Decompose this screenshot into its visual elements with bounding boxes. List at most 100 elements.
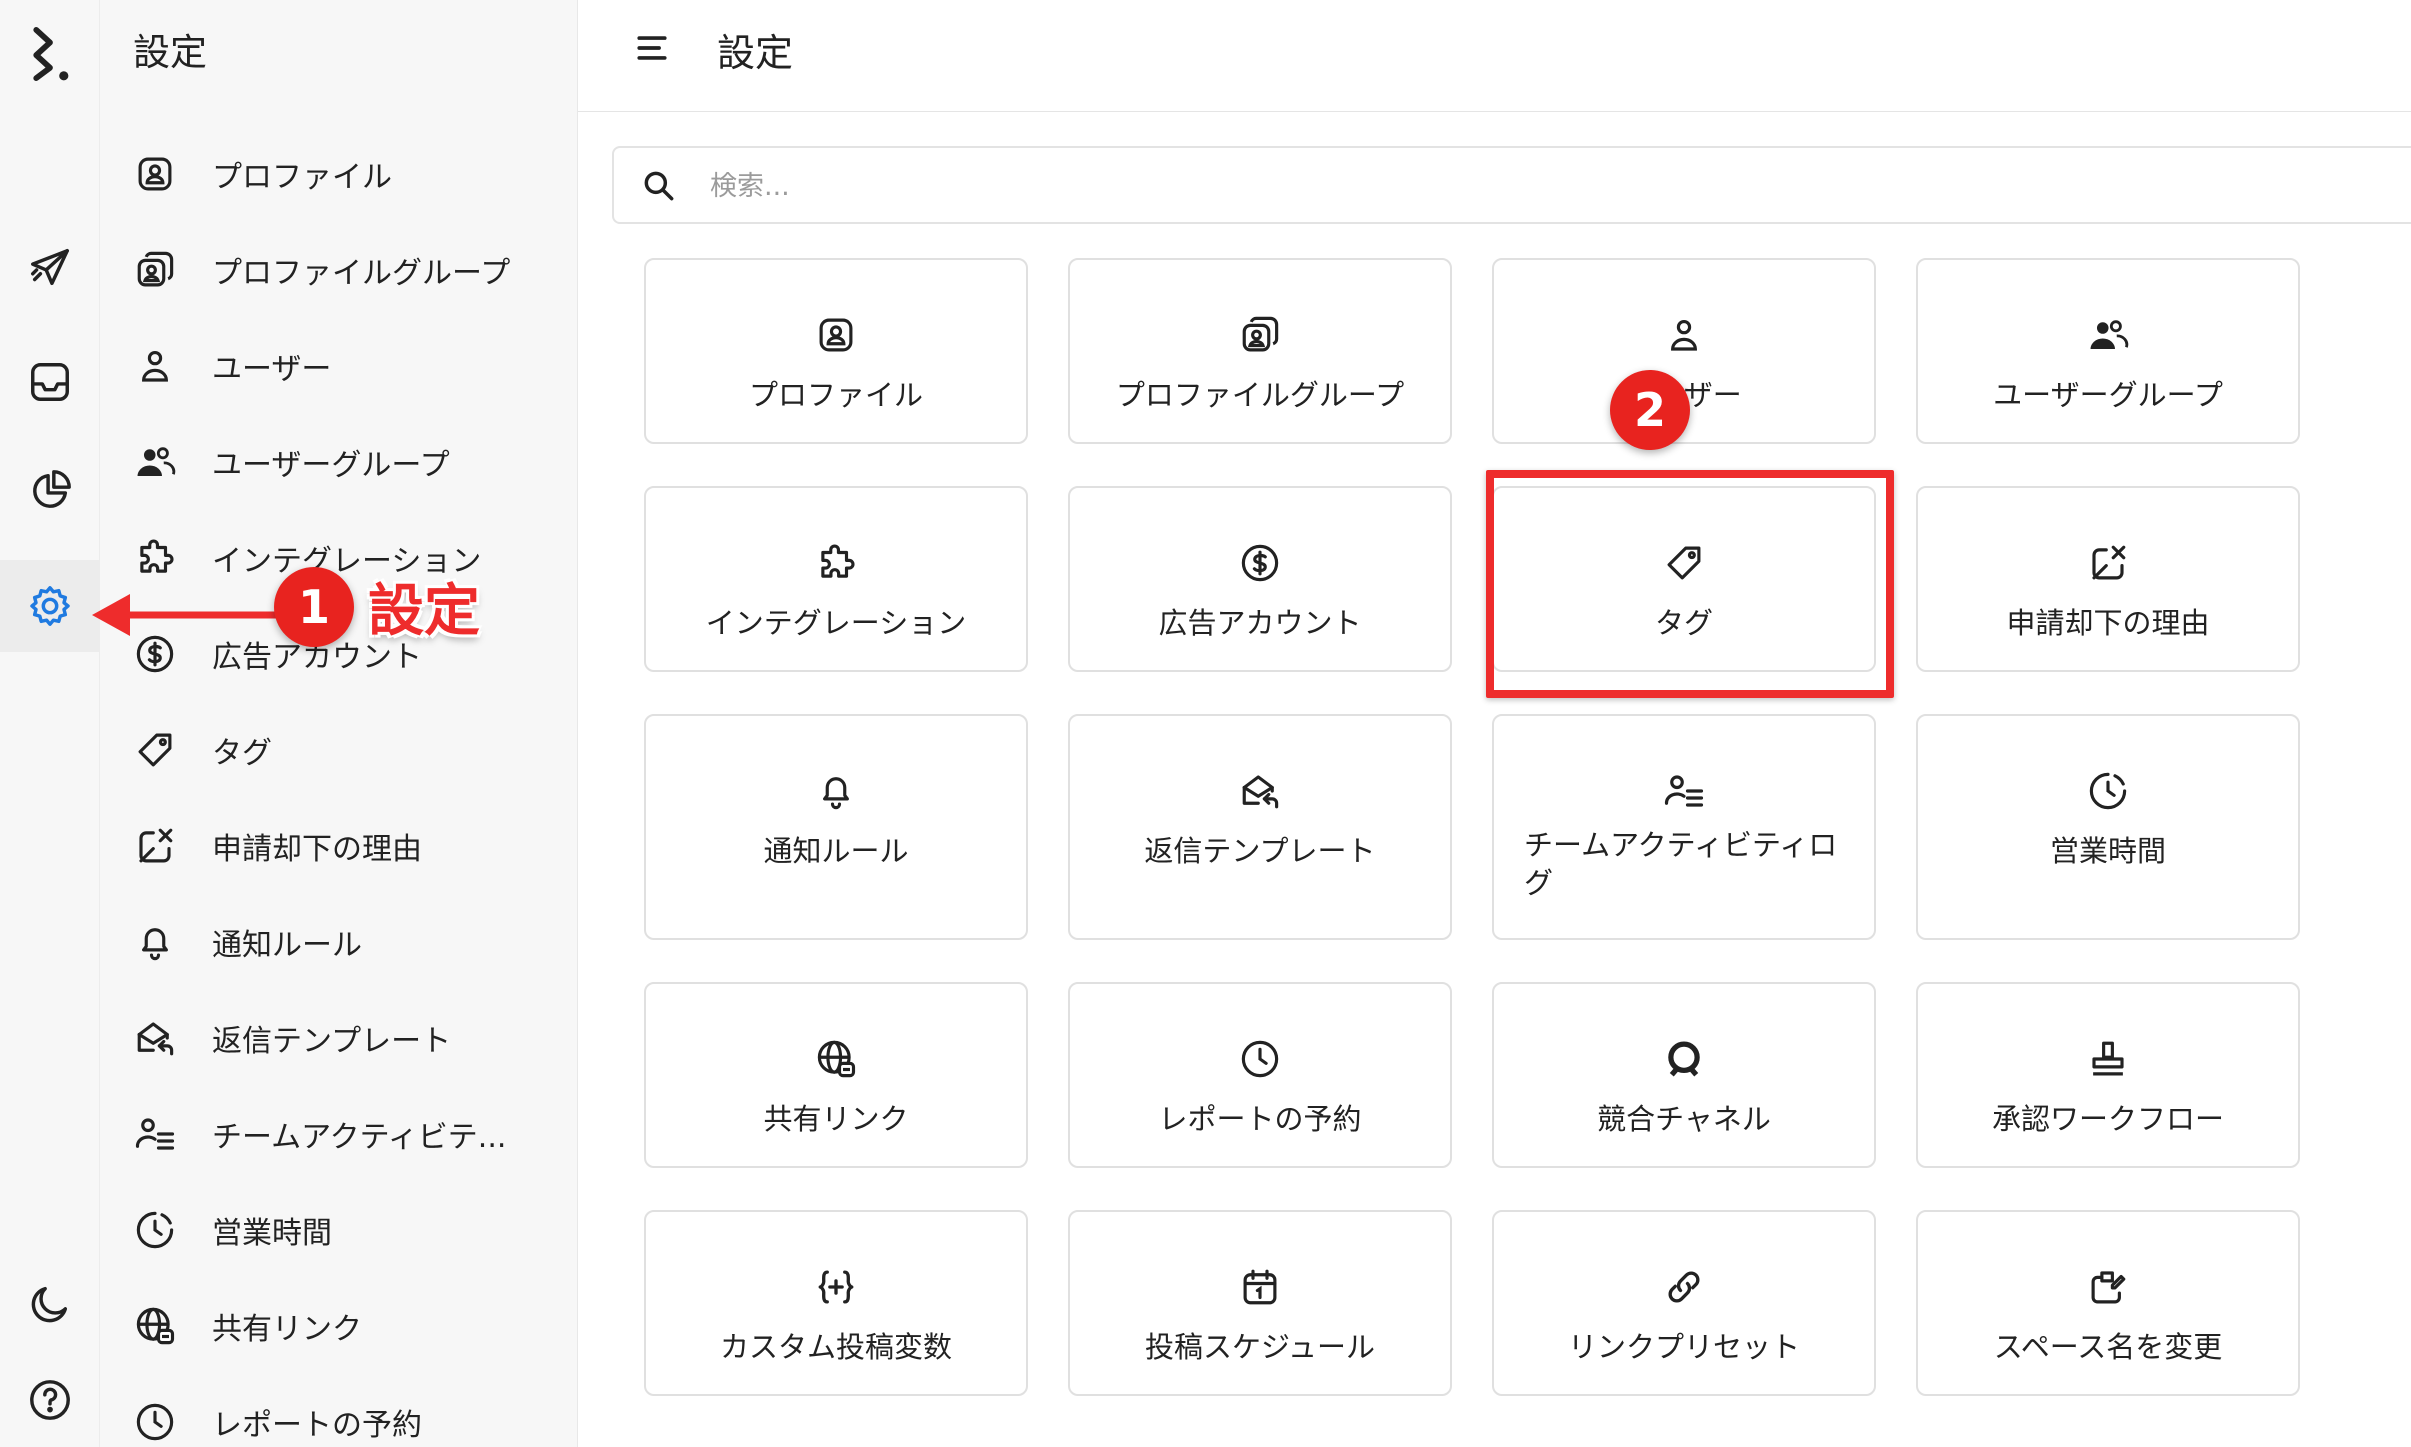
reply-mail-icon — [132, 1015, 178, 1061]
bell-icon — [132, 919, 178, 965]
sidebar-title: 設定 — [133, 31, 207, 74]
app-window: 設定 プロファイル プロファイルグループ ユーザー ユーザーグループ インテグレ… — [0, 0, 2411, 1447]
sidebar-item-label: タグ — [212, 736, 272, 771]
card-label: 広告アカウント — [1158, 606, 1362, 640]
card-rejection-reasons[interactable]: 申請却下の理由 — [1916, 486, 2300, 672]
top-bar: 設定 — [578, 0, 2411, 112]
card-label: カスタム投稿変数 — [719, 1330, 952, 1364]
paper-plane-icon[interactable] — [0, 222, 100, 314]
user-icon — [1661, 312, 1707, 358]
sidebar-item-rejection-reasons[interactable]: 申請却下の理由 — [100, 806, 540, 886]
menu-icon[interactable] — [630, 24, 674, 72]
annotation-step-1-badge: 1 — [274, 567, 354, 647]
sidebar-item-label: 申請却下の理由 — [212, 832, 422, 867]
variable-braces-icon — [813, 1264, 859, 1310]
sidebar-item-label: レポートの予約 — [212, 1408, 422, 1443]
sidebar-item-label: チームアクティビテ... — [212, 1120, 507, 1155]
card-label: 申請却下の理由 — [2006, 606, 2210, 640]
card-post-schedule[interactable]: 投稿スケジュール — [1068, 1210, 1452, 1396]
card-share-links[interactable]: 共有リンク — [644, 982, 1028, 1168]
annotation-step-2-badge: 2 — [1610, 370, 1690, 450]
bell-icon — [813, 768, 859, 814]
sidebar-item-report-schedule[interactable]: レポートの予約 — [100, 1382, 540, 1447]
card-label: スペース名を変更 — [1993, 1330, 2223, 1364]
dollar-circle-icon — [1237, 540, 1283, 586]
card-integrations[interactable]: インテグレーション — [644, 486, 1028, 672]
puzzle-icon — [132, 535, 178, 581]
user-icon — [132, 343, 178, 389]
main-content: 設定 プロファイル プロファイルグループ ユーザー ユーザーグループ インテグレ… — [578, 0, 2411, 1447]
tag-icon — [132, 727, 178, 773]
link-icon — [1661, 1264, 1707, 1310]
search-icon — [644, 171, 674, 201]
sidebar-item-share-links[interactable]: 共有リンク — [100, 1286, 540, 1366]
globe-link-icon — [813, 1036, 859, 1082]
moon-icon[interactable] — [0, 1258, 100, 1350]
reject-icon — [132, 823, 178, 869]
sidebar-item-notification-rules[interactable]: 通知ルール — [100, 902, 540, 982]
card-reply-templates[interactable]: 返信テンプレート — [1068, 714, 1452, 940]
gear-icon[interactable] — [0, 560, 100, 652]
clock-icon — [1237, 1036, 1283, 1082]
card-label: 返信テンプレート — [1144, 834, 1376, 868]
sidebar-item-label: 営業時間 — [212, 1216, 332, 1251]
calendar-icon — [1237, 1264, 1283, 1310]
globe-link-icon — [132, 1303, 178, 1349]
competitor-icon — [1661, 1036, 1707, 1082]
profile-icon — [132, 151, 178, 197]
inbox-tray-icon[interactable] — [0, 336, 100, 428]
card-rename-space[interactable]: スペース名を変更 — [1916, 1210, 2300, 1396]
sidebar-item-label: 通知ルール — [212, 928, 362, 963]
question-circle-icon[interactable] — [0, 1354, 100, 1446]
search-input[interactable] — [710, 162, 2110, 210]
card-profile[interactable]: プロファイル — [644, 258, 1028, 444]
profile-icon — [813, 312, 859, 358]
card-profile-groups[interactable]: プロファイルグループ — [1068, 258, 1452, 444]
page-title: 設定 — [717, 31, 794, 75]
moon-clock-icon — [132, 1207, 178, 1253]
search-box[interactable] — [612, 146, 2411, 224]
clock-icon — [132, 1399, 178, 1445]
card-label: インテグレーション — [705, 606, 967, 640]
reply-mail-icon — [1237, 768, 1283, 814]
profile-group-icon — [1237, 312, 1283, 358]
team-activity-icon — [1661, 768, 1707, 814]
sidebar-item-tags[interactable]: タグ — [100, 710, 540, 790]
user-group-icon — [132, 439, 178, 485]
sidebar-item-user-groups[interactable]: ユーザーグループ — [100, 422, 540, 502]
card-notification-rules[interactable]: 通知ルール — [644, 714, 1028, 940]
card-label: リンクプリセット — [1567, 1330, 1800, 1364]
card-team-activity-log[interactable]: チームアクティビティログ — [1492, 714, 1876, 940]
card-business-hours[interactable]: 営業時間 — [1916, 714, 2300, 940]
card-competitor-channels[interactable]: 競合チャネル — [1492, 982, 1876, 1168]
rename-icon — [2085, 1264, 2131, 1310]
card-report-schedule[interactable]: レポートの予約 — [1068, 982, 1452, 1168]
card-custom-post-variables[interactable]: カスタム投稿変数 — [644, 1210, 1028, 1396]
pie-chart-icon[interactable] — [0, 445, 100, 537]
card-label: チームアクティビティログ — [1524, 828, 1838, 900]
sidebar-item-label: プロファイルグループ — [212, 256, 511, 291]
card-approval-workflow[interactable]: 承認ワークフロー — [1916, 982, 2300, 1168]
card-link-presets[interactable]: リンクプリセット — [1492, 1210, 1876, 1396]
sidebar-item-reply-templates[interactable]: 返信テンプレート — [100, 998, 540, 1078]
sidebar-item-label: ユーザー — [212, 352, 332, 387]
reject-icon — [2085, 540, 2131, 586]
card-ad-accounts[interactable]: 広告アカウント — [1068, 486, 1452, 672]
sidebar-item-business-hours[interactable]: 営業時間 — [100, 1190, 540, 1270]
moon-clock-icon — [2085, 768, 2131, 814]
sidebar-item-profile[interactable]: プロファイル — [100, 134, 540, 214]
card-label: 競合チャネル — [1597, 1102, 1771, 1136]
stamp-icon — [2085, 1036, 2131, 1082]
card-label: レポートの予約 — [1158, 1102, 1362, 1136]
annotation-step-1-label: 設定 — [368, 579, 480, 644]
sidebar-item-users[interactable]: ユーザー — [100, 326, 540, 406]
settings-sidebar: 設定 プロファイル プロファイルグループ ユーザー ユーザーグループ インテグレ… — [100, 0, 578, 1447]
card-user-groups[interactable]: ユーザーグループ — [1916, 258, 2300, 444]
sidebar-item-label: 共有リンク — [212, 1312, 362, 1347]
puzzle-icon — [813, 540, 859, 586]
sidebar-item-profile-groups[interactable]: プロファイルグループ — [100, 230, 540, 310]
sidebar-item-team-activity[interactable]: チームアクティビテ... — [100, 1094, 540, 1174]
brand-logo-icon[interactable] — [0, 8, 100, 100]
team-activity-icon — [132, 1111, 178, 1157]
annotation-highlight-box — [1486, 470, 1894, 698]
